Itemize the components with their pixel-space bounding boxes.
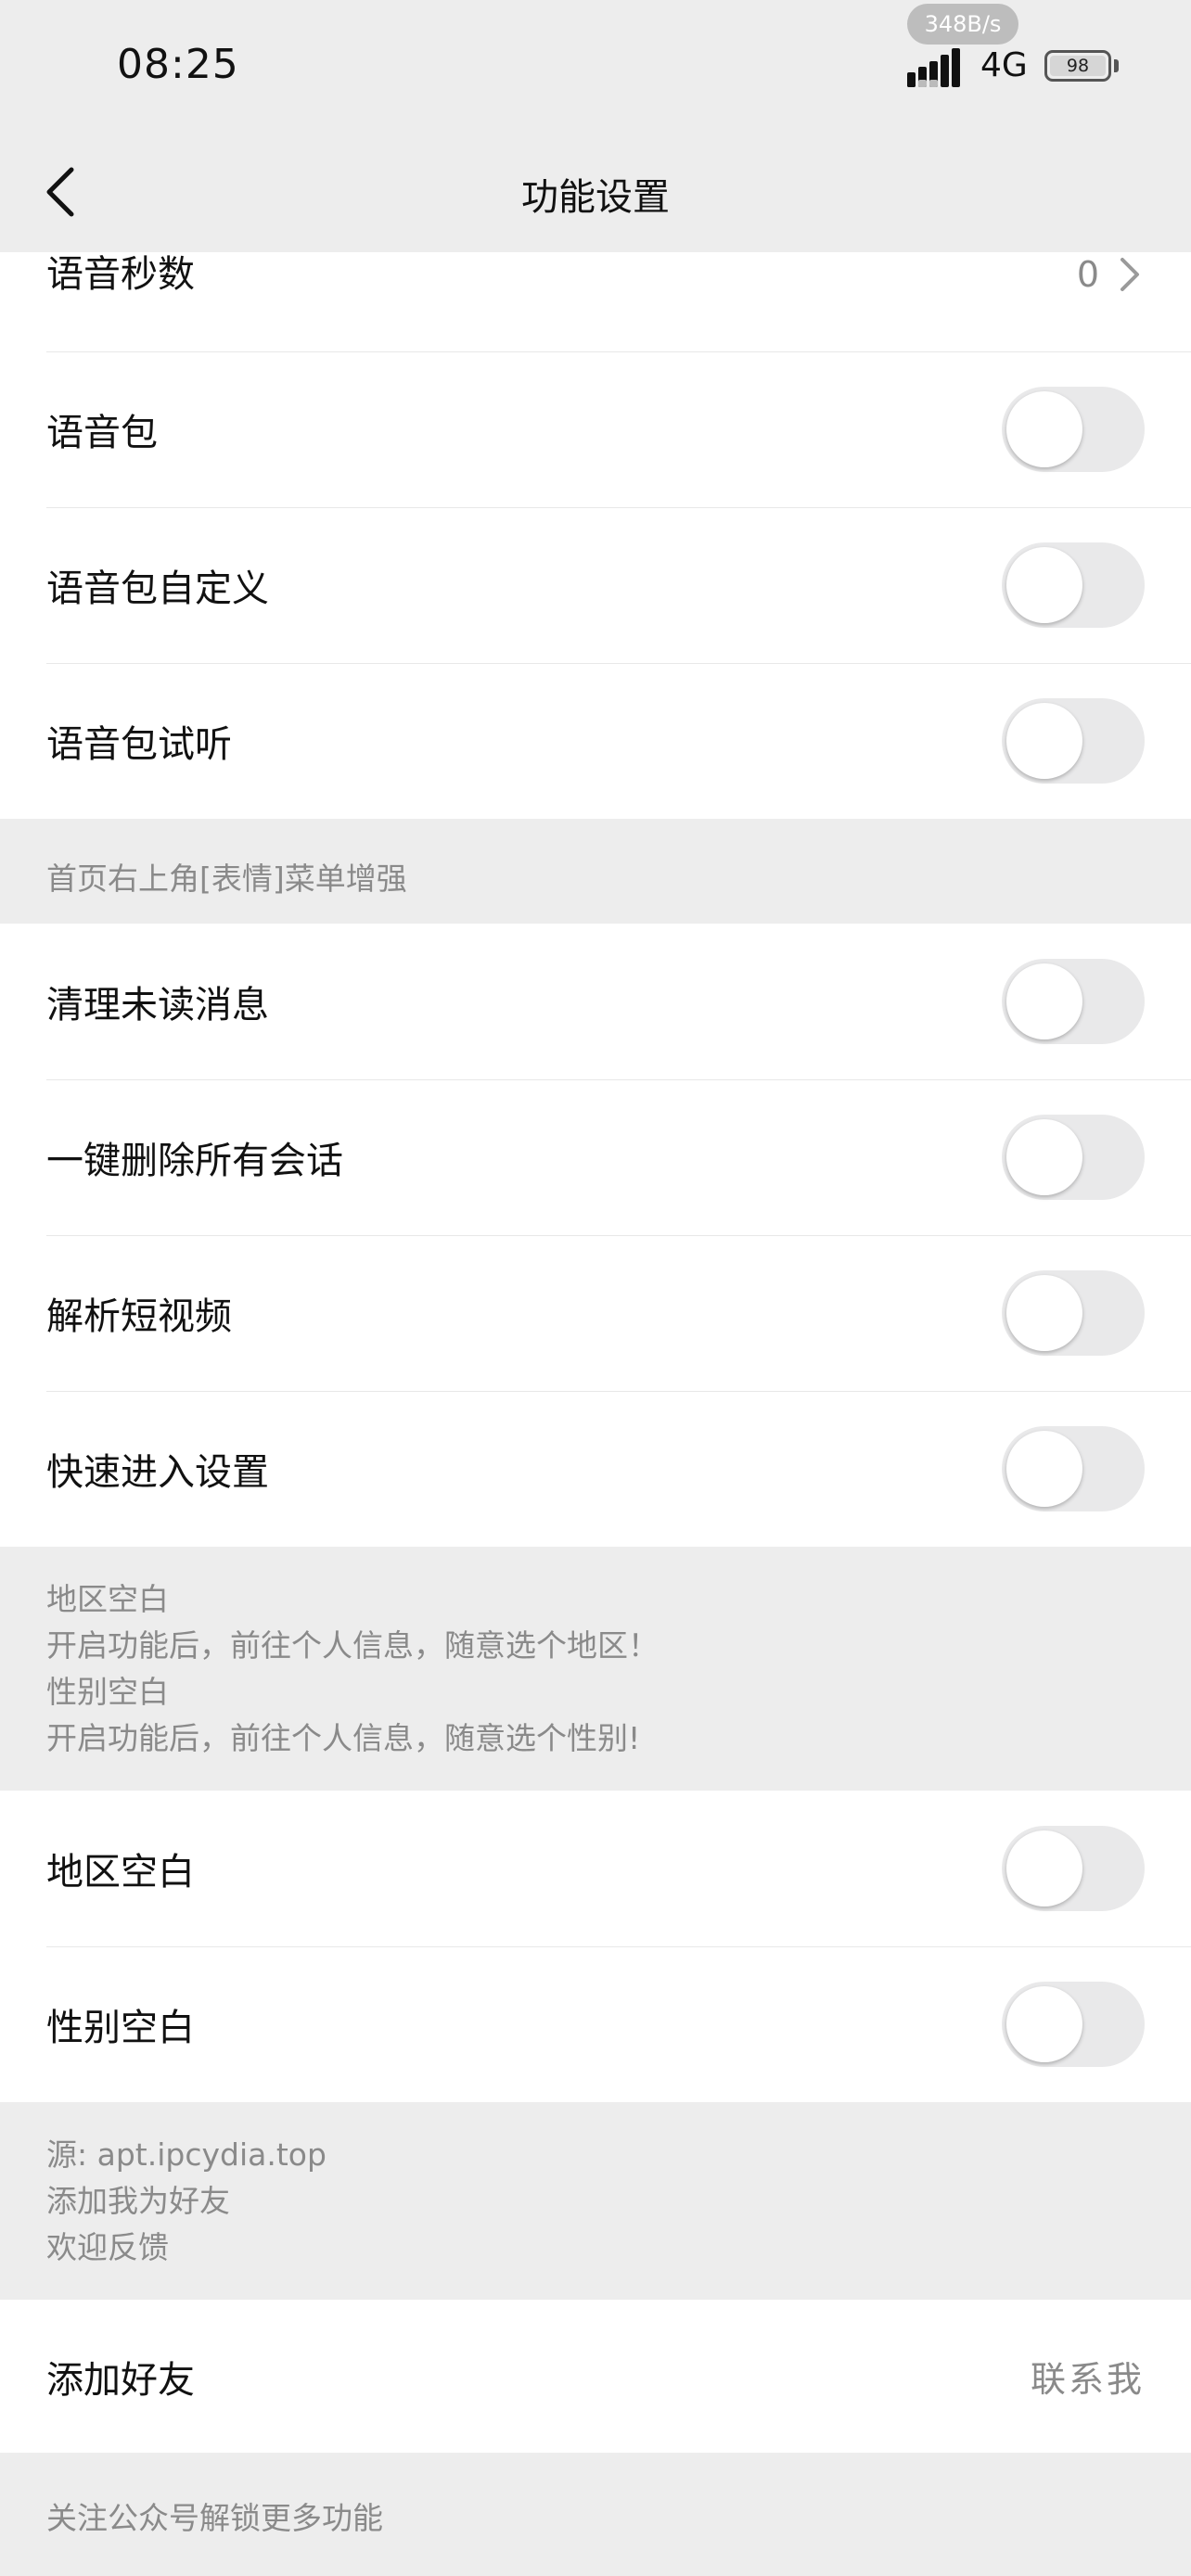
source-header-line3: 欢迎反馈 — [46, 2229, 169, 2265]
add-friend-label: 添加好友 — [46, 2358, 195, 2402]
status-bar: 08:25 348B/s 4G 98 — [0, 0, 1191, 139]
clear-unread-label: 清理未读消息 — [46, 984, 269, 1027]
settings-list: 语音秒数 0 语音包 语音包自定义 语音包试听 首页右上角[表情]菜单增强 清理… — [0, 252, 1191, 2564]
parse-short-video-toggle[interactable] — [1002, 1270, 1145, 1356]
delete-all-chats-toggle[interactable] — [1002, 1115, 1145, 1200]
add-friend-value: 联系我 — [1030, 2359, 1145, 2400]
blank-header-line3: 性别空白 — [46, 1674, 169, 1710]
battery-cap — [1114, 59, 1119, 72]
quick-settings-label: 快速进入设置 — [46, 1451, 269, 1494]
blank-header-line1: 地区空白 — [46, 1581, 169, 1617]
cellular-signal-icon — [907, 48, 960, 87]
quick-settings-toggle[interactable] — [1002, 1426, 1145, 1511]
blank-header-line2: 开启功能后，前往个人信息，随意选个地区！ — [46, 1627, 659, 1664]
voice-settings-group: 语音秒数 0 语音包 语音包自定义 语音包试听 — [0, 252, 1191, 819]
voice-seconds-row[interactable]: 语音秒数 0 — [0, 252, 1191, 351]
emoji-menu-header-text: 首页右上角[表情]菜单增强 — [46, 861, 407, 897]
gender-blank-row: 性别空白 — [0, 1946, 1191, 2102]
voice-pack-preview-toggle[interactable] — [1002, 698, 1145, 784]
net-speed-badge: 348B/s — [907, 4, 1018, 45]
voice-pack-preview-label: 语音包试听 — [46, 723, 232, 766]
voice-pack-label: 语音包 — [46, 412, 158, 454]
gender-blank-toggle[interactable] — [1002, 1982, 1145, 2067]
voice-seconds-value: 0 — [1076, 254, 1102, 295]
clear-unread-toggle[interactable] — [1002, 959, 1145, 1044]
voice-pack-custom-toggle[interactable] — [1002, 542, 1145, 628]
emoji-menu-section-header: 首页右上角[表情]菜单增强 — [0, 819, 1191, 924]
network-type: 4G — [980, 46, 1028, 84]
parse-short-video-label: 解析短视频 — [46, 1295, 232, 1338]
friend-group: 添加好友 联系我 — [0, 2300, 1191, 2453]
delete-all-chats-row: 一键删除所有会话 — [0, 1079, 1191, 1235]
voice-pack-preview-row: 语音包试听 — [0, 663, 1191, 819]
add-friend-row[interactable]: 添加好友 联系我 — [0, 2300, 1191, 2453]
nav-bar: 功能设置 — [0, 139, 1191, 252]
footer-text: 关注公众号解锁更多功能 — [46, 2500, 383, 2536]
voice-seconds-label: 语音秒数 — [46, 253, 195, 296]
source-header-line2: 添加我为好友 — [46, 2183, 230, 2219]
blank-header-line4: 开启功能后，前往个人信息，随意选个性别! — [46, 1720, 641, 1756]
blank-group: 地区空白 性别空白 — [0, 1791, 1191, 2102]
clear-unread-row: 清理未读消息 — [0, 924, 1191, 1079]
source-section-header: 源: apt.ipcydia.top 添加我为好友 欢迎反馈 — [0, 2102, 1191, 2300]
parse-short-video-row: 解析短视频 — [0, 1235, 1191, 1391]
region-blank-label: 地区空白 — [46, 1851, 195, 1894]
voice-pack-row: 语音包 — [0, 351, 1191, 507]
chevron-right-icon — [1119, 252, 1145, 297]
delete-all-chats-label: 一键删除所有会话 — [46, 1140, 343, 1182]
blank-section-header: 地区空白 开启功能后，前往个人信息，随意选个地区！ 性别空白 开启功能后，前往个… — [0, 1547, 1191, 1791]
source-header-line1: 源: apt.ipcydia.top — [46, 2136, 327, 2173]
region-blank-toggle[interactable] — [1002, 1826, 1145, 1911]
battery-level: 98 — [1066, 56, 1090, 76]
battery-icon: 98 — [1044, 50, 1111, 82]
region-blank-row: 地区空白 — [0, 1791, 1191, 1946]
gender-blank-label: 性别空白 — [46, 2007, 195, 2049]
status-time: 08:25 — [117, 41, 239, 88]
voice-pack-toggle[interactable] — [1002, 387, 1145, 472]
voice-pack-custom-label: 语音包自定义 — [46, 567, 269, 610]
quick-settings-row: 快速进入设置 — [0, 1391, 1191, 1547]
emoji-menu-group: 清理未读消息 一键删除所有会话 解析短视频 快速进入设置 — [0, 924, 1191, 1547]
page-title: 功能设置 — [521, 176, 670, 219]
voice-pack-custom-row: 语音包自定义 — [0, 507, 1191, 663]
footer-section-header: 关注公众号解锁更多功能 — [0, 2453, 1191, 2564]
